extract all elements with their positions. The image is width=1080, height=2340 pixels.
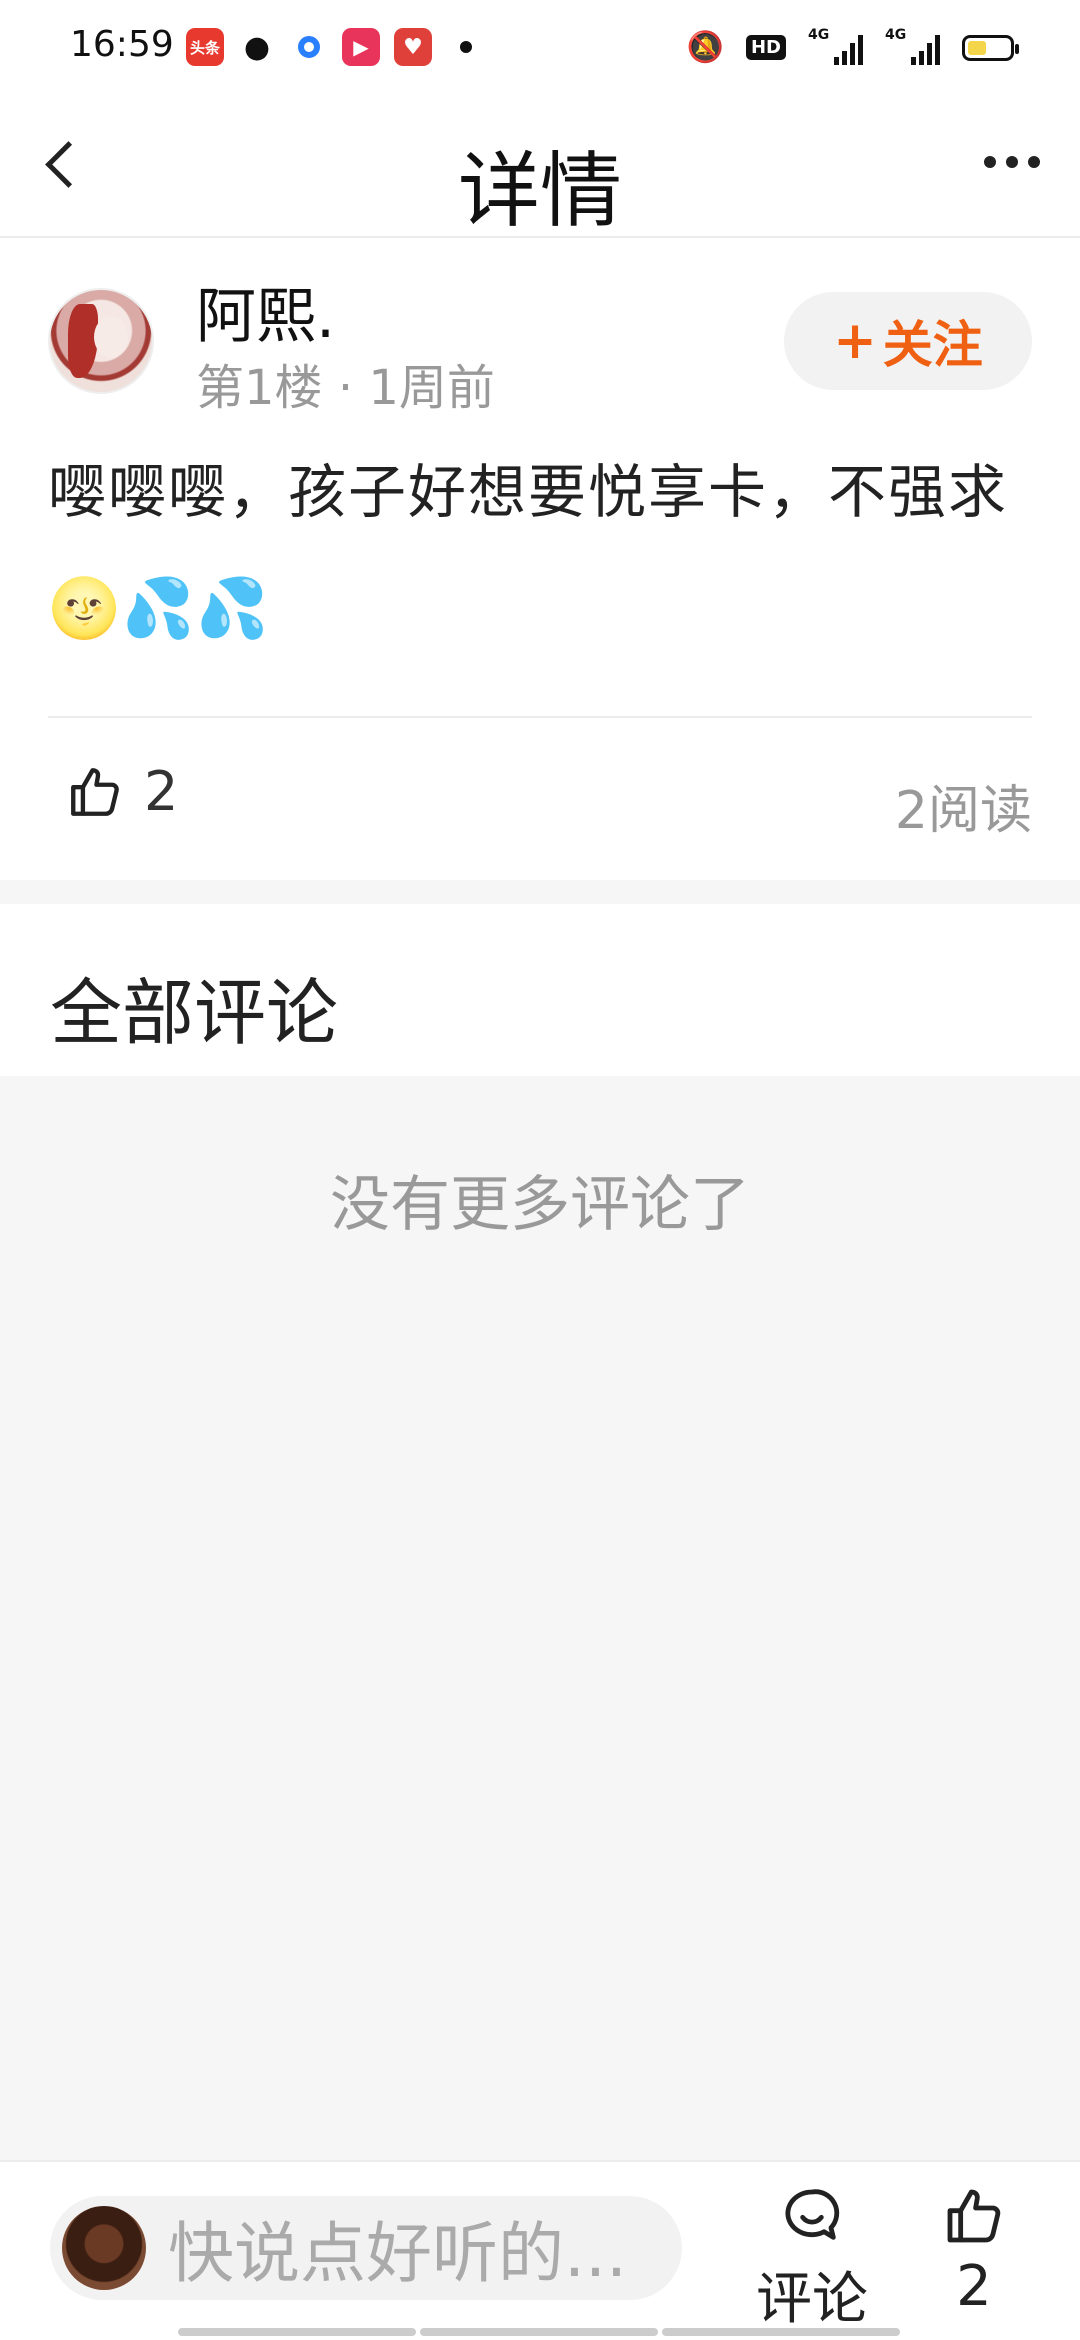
comment-icon: [785, 2189, 840, 2240]
meta-separator: ·: [337, 360, 354, 416]
divider: [48, 716, 1032, 718]
post-meta: 第1楼 · 1周前: [196, 348, 495, 418]
status-bar: 16:59 头条 ● ▶ ♥ 🔕 HD 4G 4G: [0, 0, 1080, 96]
post-time: 1周前: [368, 360, 495, 416]
like-button[interactable]: 2: [66, 760, 178, 823]
battery-icon: [962, 34, 1019, 61]
hd-icon: HD: [745, 35, 786, 60]
video-icon: ▶: [342, 28, 380, 66]
comment-label: 评论: [756, 2267, 868, 2332]
more-notifications-dot: [460, 41, 472, 53]
comment-input[interactable]: 快说点好听的...: [50, 2196, 682, 2300]
bottom-like-count: 2: [956, 2254, 992, 2319]
bell-off-icon: 🔕: [686, 30, 724, 65]
system-icons: 🔕 HD 4G 4G: [686, 27, 1019, 65]
page-title: 详情: [457, 144, 622, 239]
username[interactable]: 阿熙.: [196, 268, 335, 355]
plus-icon: +: [833, 311, 877, 371]
thumbs-up-icon: [947, 2189, 1001, 2243]
my-avatar: [62, 2206, 146, 2290]
post-card: 阿熙. 第1楼 · 1周前 + 关注 嘤嘤嘤，孩子好想要悦享卡，不强求🌝💦💦 2…: [0, 238, 1080, 880]
comments-header: 全部评论: [0, 904, 1080, 1076]
comment-button[interactable]: 评论: [752, 2184, 872, 2335]
more-options-icon[interactable]: [984, 156, 1040, 168]
notification-icons: 头条 ● ▶ ♥: [186, 28, 472, 66]
signal-icon-1: 4G: [808, 27, 863, 65]
user-avatar[interactable]: [48, 288, 154, 394]
signal-icon-2: 4G: [885, 27, 940, 65]
wechat-icon: ●: [243, 29, 271, 65]
like-count: 2: [144, 760, 179, 823]
toutiao-icon: 头条: [186, 28, 224, 66]
toutiao-icon-label: 头条: [189, 38, 220, 57]
heart-icon: ♥: [394, 28, 432, 66]
network-type-1: 4G: [808, 26, 830, 43]
follow-button[interactable]: + 关注: [784, 292, 1032, 390]
blue-circle-icon: [290, 28, 328, 66]
comments-title: 全部评论: [50, 971, 339, 1055]
read-count: 2阅读: [894, 781, 1032, 841]
thumbs-up-icon: [71, 767, 119, 816]
network-type-2: 4G: [885, 26, 907, 43]
bottom-bar: 快说点好听的... 评论 2: [0, 2160, 1080, 2340]
post-content: 嘤嘤嘤，孩子好想要悦享卡，不强求🌝💦💦: [48, 458, 1009, 642]
status-time: 16:59: [70, 24, 174, 65]
bottom-like-button[interactable]: 2: [914, 2184, 1034, 2319]
follow-label: 关注: [882, 316, 983, 374]
floor-label: 第1楼: [196, 360, 323, 416]
comment-input-placeholder: 快说点好听的...: [168, 2215, 627, 2292]
no-more-comments: 没有更多评论了: [330, 1170, 750, 1240]
nav-bar: 详情: [0, 96, 1080, 239]
home-indicator[interactable]: [178, 2328, 900, 2336]
